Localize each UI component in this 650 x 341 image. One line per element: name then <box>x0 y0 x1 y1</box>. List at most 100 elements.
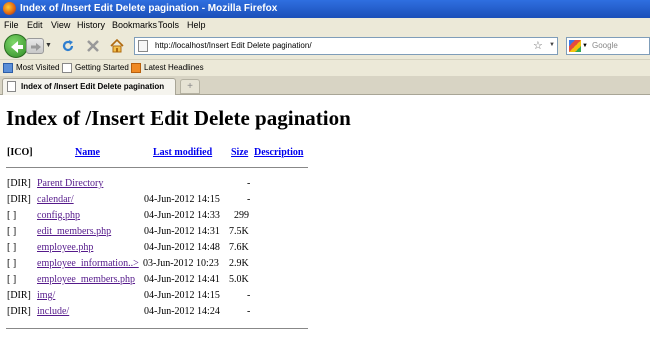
bookmark-most-visited[interactable]: Most Visited <box>16 63 59 72</box>
sort-by-size-link[interactable]: Size <box>231 147 248 158</box>
file-type-label: [ ] <box>7 210 17 221</box>
file-size: 7.6K <box>229 242 249 253</box>
file-link[interactable]: employee_members.php <box>37 274 135 285</box>
sort-by-description-link[interactable]: Description <box>254 147 303 158</box>
most-visited-icon <box>3 63 13 73</box>
file-size: - <box>247 290 251 301</box>
file-modified: 04-Jun-2012 14:15 <box>144 194 220 205</box>
engine-dropdown-icon[interactable]: ▼ <box>582 43 588 49</box>
forward-arrow-icon <box>31 43 41 51</box>
file-name: employee_members.php <box>37 274 135 285</box>
table-row: [ ] config.php 04-Jun-2012 14:33 299 <box>0 210 650 226</box>
file-link[interactable]: employee.php <box>37 242 93 253</box>
table-row: [ ] employee.php 04-Jun-2012 14:48 7.6K <box>0 242 650 258</box>
page-icon <box>138 40 148 52</box>
file-modified: 04-Jun-2012 14:33 <box>144 210 220 221</box>
footer-divider <box>6 328 308 329</box>
column-header-description: Description <box>254 147 303 158</box>
table-row: [ ] edit_members.php 04-Jun-2012 14:31 7… <box>0 226 650 242</box>
bookmarks-toolbar: Most Visited Getting Started Latest Head… <box>0 59 650 76</box>
file-size: 7.5K <box>229 226 249 237</box>
file-type-label: [DIR] <box>7 194 31 205</box>
file-modified: 04-Jun-2012 14:31 <box>144 226 220 237</box>
table-row: [DIR] img/ 04-Jun-2012 14:15 - <box>0 290 650 306</box>
menu-tools[interactable]: Tools <box>158 20 179 30</box>
sort-by-name-link[interactable]: Name <box>75 147 100 158</box>
bookmark-getting-started[interactable]: Getting Started <box>75 63 129 72</box>
forward-button[interactable] <box>26 38 44 54</box>
file-type-label: [ ] <box>7 242 17 253</box>
menu-file[interactable]: File <box>4 20 19 30</box>
file-modified: 04-Jun-2012 14:41 <box>144 274 220 285</box>
file-link[interactable]: config.php <box>37 210 80 221</box>
reload-icon[interactable] <box>61 39 75 53</box>
file-link[interactable]: Parent Directory <box>37 178 103 189</box>
file-modified: 03-Jun-2012 10:23 <box>143 258 219 269</box>
file-type-label: [DIR] <box>7 178 31 189</box>
column-header-name: Name <box>75 147 100 158</box>
address-bar[interactable]: http://localhost/Insert Edit Delete pagi… <box>134 37 558 55</box>
file-type-label: [DIR] <box>7 290 31 301</box>
table-row: [DIR] calendar/ 04-Jun-2012 14:15 - <box>0 194 650 210</box>
page-content: Index of /Insert Edit Delete pagination … <box>0 96 650 341</box>
file-name: edit_members.php <box>37 226 111 237</box>
menu-history[interactable]: History <box>77 20 105 30</box>
file-link[interactable]: include/ <box>37 306 69 317</box>
file-link[interactable]: img/ <box>37 290 55 301</box>
history-dropdown-icon[interactable]: ▼ <box>45 42 52 49</box>
tab-index[interactable]: Index of /Insert Edit Delete pagination <box>2 78 176 95</box>
file-name: calendar/ <box>37 194 74 205</box>
file-size: 299 <box>234 210 249 221</box>
column-header-size: Size <box>231 147 248 158</box>
tab-label: Index of /Insert Edit Delete pagination <box>21 82 165 91</box>
window-title: Index of /Insert Edit Delete pagination … <box>20 3 278 14</box>
bookmark-star-icon[interactable]: ☆ <box>533 39 543 52</box>
file-link[interactable]: edit_members.php <box>37 226 111 237</box>
back-button[interactable] <box>4 34 28 58</box>
file-type-label: [ ] <box>7 274 17 285</box>
file-size: 2.9K <box>229 258 249 269</box>
file-type-label: [DIR] <box>7 306 31 317</box>
google-icon[interactable] <box>569 40 581 52</box>
file-name: include/ <box>37 306 69 317</box>
table-row: [ ] employee_information..> 03-Jun-2012 … <box>0 258 650 274</box>
file-name: config.php <box>37 210 80 221</box>
column-header-icon: [ICO] <box>7 147 33 158</box>
search-input[interactable]: Google <box>592 41 618 50</box>
bookmark-latest-headlines[interactable]: Latest Headlines <box>144 63 204 72</box>
table-row: [ ] employee_members.php 04-Jun-2012 14:… <box>0 274 650 290</box>
file-name: Parent Directory <box>37 178 103 189</box>
file-link[interactable]: employee_information..> <box>37 258 139 269</box>
file-name: employee.php <box>37 242 93 253</box>
file-size: 5.0K <box>229 274 249 285</box>
navigation-toolbar: ▼ http://localhost/Insert Edit Delete pa… <box>0 33 650 59</box>
page-icon <box>7 81 16 92</box>
file-name: employee_information..> <box>37 258 139 269</box>
url-dropdown-icon[interactable]: ▼ <box>549 42 555 48</box>
page-icon <box>62 63 72 73</box>
search-bar[interactable]: ▼ Google <box>566 37 650 55</box>
stop-icon[interactable] <box>86 39 100 53</box>
file-type-label: [ ] <box>7 226 17 237</box>
header-divider <box>6 167 308 168</box>
file-modified: 04-Jun-2012 14:24 <box>144 306 220 317</box>
url-text[interactable]: http://localhost/Insert Edit Delete pagi… <box>155 41 312 50</box>
tab-bar: Index of /Insert Edit Delete pagination … <box>0 76 650 95</box>
menu-edit[interactable]: Edit <box>27 20 43 30</box>
table-row: [DIR] Parent Directory - <box>0 178 650 194</box>
menu-bookmarks[interactable]: Bookmarks <box>112 20 157 30</box>
new-tab-button[interactable]: + <box>180 79 200 94</box>
file-type-label: [ ] <box>7 258 17 269</box>
menu-view[interactable]: View <box>51 20 70 30</box>
file-modified: 04-Jun-2012 14:48 <box>144 242 220 253</box>
menu-bar: File Edit View History Bookmarks Tools H… <box>0 18 650 33</box>
home-icon[interactable] <box>109 38 125 54</box>
sort-by-modified-link[interactable]: Last modified <box>153 147 212 158</box>
column-header-modified: Last modified <box>153 147 212 158</box>
menu-help[interactable]: Help <box>187 20 206 30</box>
file-name: img/ <box>37 290 55 301</box>
file-size: - <box>247 306 251 317</box>
firefox-icon <box>3 2 16 15</box>
rss-feed-icon <box>131 63 141 73</box>
file-link[interactable]: calendar/ <box>37 194 74 205</box>
